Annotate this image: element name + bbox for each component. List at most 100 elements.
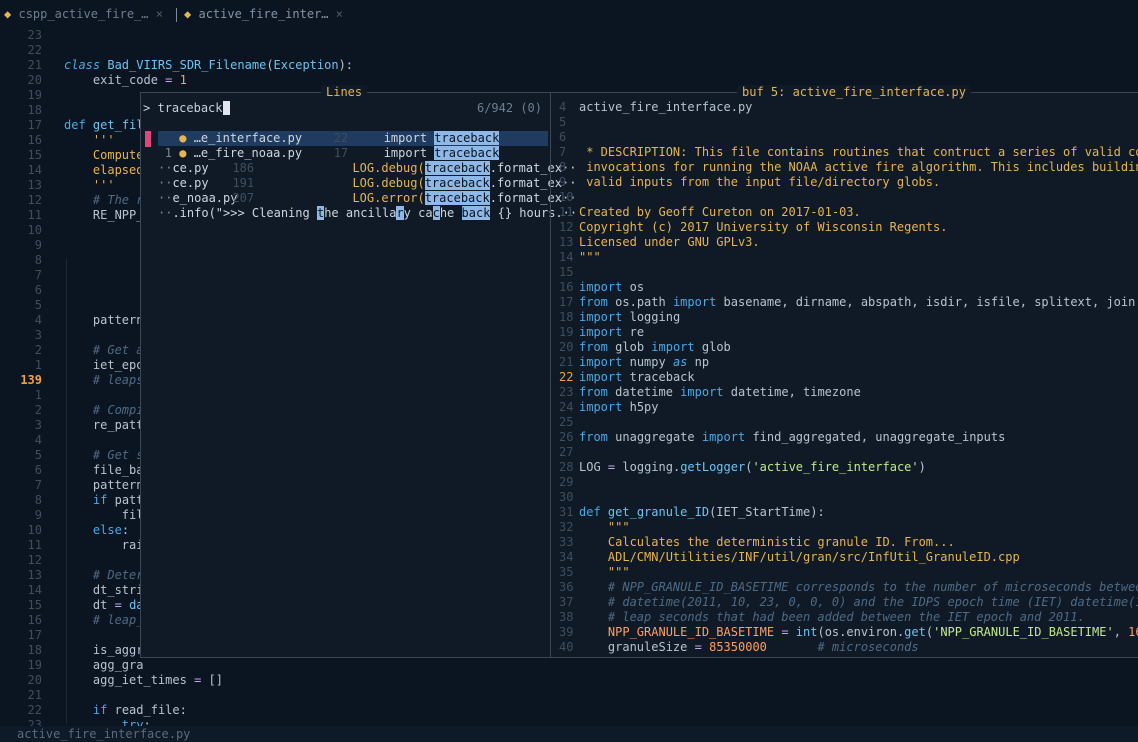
preview-line: 4 active_fire_interface.py bbox=[559, 100, 753, 114]
line-number: 18 bbox=[27, 103, 42, 117]
code-line[interactable]: 20 agg_iet_times = [] bbox=[0, 673, 1138, 688]
python-dot-icon: ◆ bbox=[184, 7, 192, 21]
preview-line: 18 import logging bbox=[559, 310, 681, 324]
code-text: if patt bbox=[92, 493, 144, 507]
line-number: 15 bbox=[27, 598, 42, 612]
preview-line: 13 Licensed under GNU GPLv3. bbox=[559, 235, 760, 249]
code-text: re_patt bbox=[92, 418, 144, 432]
tab-active-fire-interface[interactable]: ◆ active_fire_inter… × bbox=[184, 6, 343, 22]
preview-line: 15 bbox=[559, 265, 574, 279]
tab-bar: ◆ cspp_active_fire_… × ◆ active_fire_int… bbox=[0, 0, 1138, 27]
picker-query: traceback bbox=[157, 101, 223, 115]
line-number: 14 bbox=[27, 583, 42, 597]
preview-line: 8 invocations for running the NOAA activ… bbox=[559, 160, 1138, 174]
line-number: 18 bbox=[27, 643, 42, 657]
line-number: 8 bbox=[34, 493, 42, 507]
preview-line: 7 * DESCRIPTION: This file contains rout… bbox=[559, 145, 1138, 159]
picker-result-row[interactable]: ··ce.py 191 LOG.debug(traceback.format_ex·… bbox=[158, 176, 576, 191]
code-text: is_aggr bbox=[92, 643, 144, 657]
preview-line: 14 """ bbox=[559, 250, 601, 264]
line-number: 2 bbox=[34, 343, 42, 357]
code-text: ''' bbox=[92, 133, 115, 147]
line-number: 12 bbox=[27, 553, 42, 567]
picker-result-row[interactable]: ● …e_interface.py 22 import traceback bbox=[158, 131, 548, 146]
preview-line: 27 bbox=[559, 445, 574, 459]
code-text: rai bbox=[121, 538, 144, 552]
preview-line: 25 bbox=[559, 415, 574, 429]
code-line[interactable]: 22 bbox=[0, 43, 1138, 58]
code-text: if read_file: bbox=[92, 703, 187, 717]
code-line[interactable]: 21 bbox=[0, 688, 1138, 703]
line-number: 14 bbox=[27, 163, 42, 177]
code-line[interactable]: 21 class Bad_VIIRS_SDR_Filename(Exception… bbox=[0, 58, 1138, 73]
preview-line: 6 bbox=[559, 130, 567, 144]
prompt-symbol: > bbox=[143, 101, 151, 115]
picker-result-row[interactable]: ··ce.py 186 LOG.debug(traceback.format_ex·… bbox=[158, 161, 576, 176]
code-text: def get_fil bbox=[64, 118, 144, 132]
code-text: pattern bbox=[92, 313, 144, 327]
line-number: 5 bbox=[34, 448, 42, 462]
code-text: RE_NPP_ bbox=[92, 208, 144, 222]
code-text: agg_iet_times = [] bbox=[92, 673, 223, 687]
line-number: 16 bbox=[27, 133, 42, 147]
picker-result-row[interactable]: ··.info(">>> Cleaning the ancillary cach… bbox=[158, 206, 577, 221]
picker-match-count: 6/942 (0) bbox=[476, 101, 542, 115]
code-line[interactable]: 23 bbox=[0, 28, 1138, 43]
preview-line: 35 """ bbox=[559, 565, 630, 579]
line-number: 17 bbox=[27, 118, 42, 132]
line-number: 10 bbox=[27, 223, 42, 237]
preview-title: buf 5: active_fire_interface.py bbox=[737, 85, 971, 100]
code-text: file_ba bbox=[92, 463, 144, 477]
preview-line: 11 Created by Geoff Cureton on 2017-01-03… bbox=[559, 205, 861, 219]
line-number: 15 bbox=[27, 148, 42, 162]
line-number: 4 bbox=[34, 433, 42, 447]
preview-line: 5 bbox=[559, 115, 567, 129]
preview-line: 38 # leap seconds that had been added be… bbox=[559, 610, 1085, 624]
preview-line: 12 Copyright (c) 2017 University of Wisco… bbox=[559, 220, 948, 234]
line-number: 139 bbox=[20, 373, 42, 387]
preview-line: 21 import numpy as np bbox=[559, 355, 710, 369]
preview-line: 9 valid inputs from the input file/direc… bbox=[559, 175, 941, 189]
line-number: 21 bbox=[27, 688, 42, 702]
line-number: 7 bbox=[34, 478, 42, 492]
preview-line: 31 def get_granule_ID(IET_StartTime): bbox=[559, 505, 825, 519]
preview-line: 39 NPP_GRANULE_ID_BASETIME = int(os.envi… bbox=[559, 625, 1138, 639]
tab-cspp-active-fire[interactable]: ◆ cspp_active_fire_… × bbox=[4, 6, 163, 22]
code-text: class Bad_VIIRS_SDR_Filename(Exception): bbox=[64, 58, 354, 72]
line-number: 1 bbox=[34, 358, 42, 372]
tab-separator bbox=[176, 8, 177, 22]
line-number: 11 bbox=[27, 208, 42, 222]
line-number: 9 bbox=[34, 238, 42, 252]
preview-line: 36 # NPP_GRANULE_ID_BASETIME corresponds… bbox=[559, 580, 1138, 594]
picker-result-row[interactable]: ··e_noaa.py207 LOG.error(traceback.format… bbox=[158, 191, 576, 206]
code-text: # leap_ bbox=[92, 613, 144, 627]
line-number: 4 bbox=[34, 313, 42, 327]
line-number: 11 bbox=[27, 538, 42, 552]
line-number: 20 bbox=[27, 673, 42, 687]
tab-close-icon[interactable]: × bbox=[156, 7, 163, 21]
code-line[interactable]: 19 agg_gra bbox=[0, 658, 1138, 673]
preview-line: 24 import h5py bbox=[559, 400, 659, 414]
tab-label: cspp_active_fire_… bbox=[18, 7, 149, 21]
code-text: elapsed bbox=[92, 163, 144, 177]
line-number: 22 bbox=[27, 43, 42, 57]
code-text: iet_epo bbox=[92, 358, 144, 372]
line-number: 9 bbox=[34, 508, 42, 522]
line-number: 16 bbox=[27, 613, 42, 627]
preview-line: 19 import re bbox=[559, 325, 645, 339]
code-text: fil bbox=[121, 508, 144, 522]
preview-line: 16 import os bbox=[559, 280, 645, 294]
line-number: 6 bbox=[34, 463, 42, 477]
line-number: 13 bbox=[27, 178, 42, 192]
line-number: 8 bbox=[34, 253, 42, 267]
code-text: dt_stri bbox=[92, 583, 144, 597]
preview-line: 22 import traceback bbox=[559, 370, 695, 384]
preview-line: 30 bbox=[559, 490, 574, 504]
code-line[interactable]: 22 if read_file: bbox=[0, 703, 1138, 718]
preview-line: 33 Calculates the deterministic granule … bbox=[559, 535, 955, 549]
picker-result-row[interactable]: 1 ● …e_fire_noaa.py 17 import traceback bbox=[158, 146, 548, 161]
tab-close-icon[interactable]: × bbox=[336, 7, 343, 21]
preview-line: 10 bbox=[559, 190, 574, 204]
line-number: 1 bbox=[34, 388, 42, 402]
tab-label: active_fire_inter… bbox=[198, 7, 329, 21]
